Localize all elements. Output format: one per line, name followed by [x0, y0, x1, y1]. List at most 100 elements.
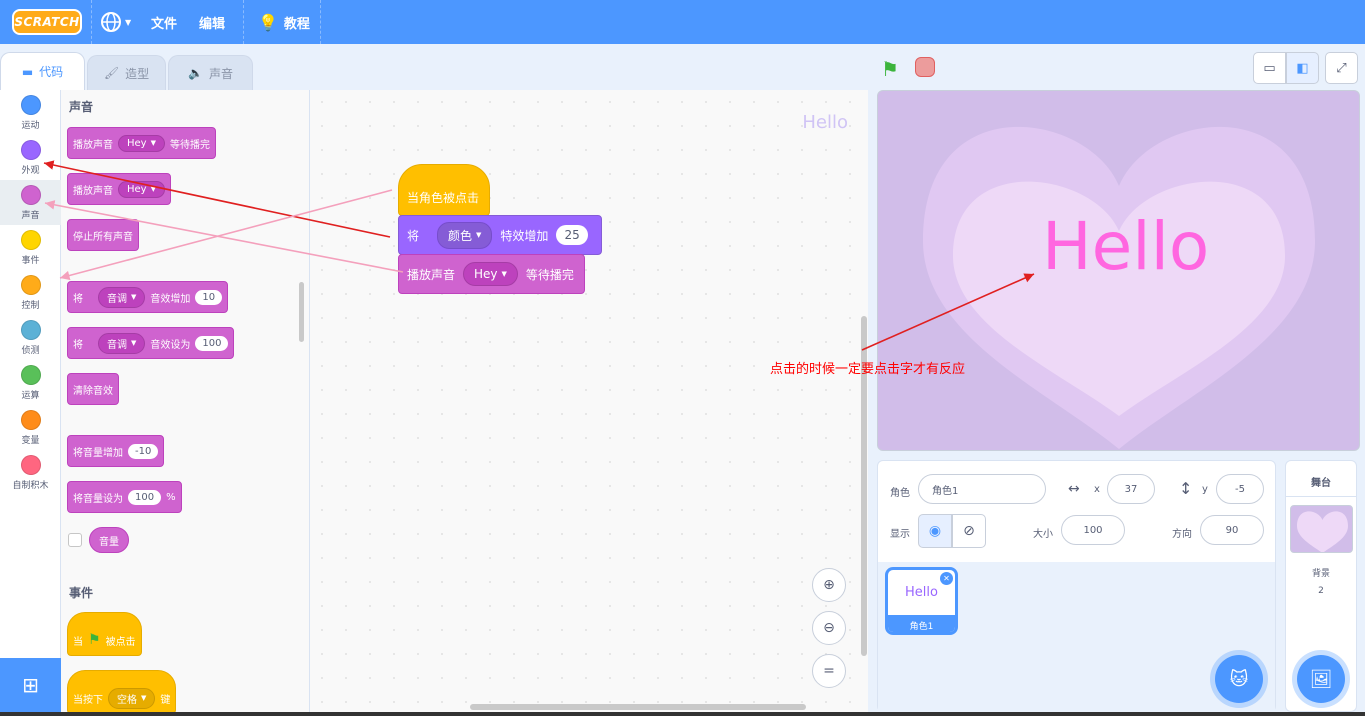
- number-input[interactable]: 25: [556, 225, 588, 245]
- zoom-out-button[interactable]: ⊖: [812, 611, 846, 645]
- size-input[interactable]: 100: [1061, 515, 1125, 545]
- sound-dropdown[interactable]: Hey ▼: [118, 134, 165, 152]
- block-text: 将: [73, 293, 83, 305]
- block-clear-sound-effects[interactable]: 清除音效: [67, 373, 119, 405]
- taskbar-edge: [0, 712, 1365, 716]
- block-when-key-pressed[interactable]: 当按下 空格 ▼ 键: [67, 670, 177, 712]
- sound-dropdown[interactable]: Hey ▼: [118, 180, 165, 198]
- category-operators[interactable]: 运算: [0, 360, 61, 405]
- tutorials-menu[interactable]: 💡 教程: [258, 0, 310, 44]
- sprite-tile-name: 角色1: [888, 615, 955, 632]
- tab-costumes[interactable]: 🖌 造型: [87, 55, 166, 90]
- category-sensing[interactable]: 侦测: [0, 315, 61, 360]
- dropdown-value: Hey: [474, 267, 498, 281]
- dropdown-value: Hey: [127, 137, 147, 149]
- divider: [1286, 496, 1356, 497]
- block-start-sound[interactable]: 播放声音 Hey ▼: [67, 173, 171, 205]
- zoom-in-button[interactable]: ⊕: [812, 568, 846, 602]
- stage-size-controls: ▭ ◧ ⤢: [1253, 52, 1358, 84]
- tab-code[interactable]: ▬ 代码: [0, 52, 85, 90]
- stage-thumbnail[interactable]: [1290, 505, 1353, 553]
- category-dot: [20, 185, 41, 205]
- number-input[interactable]: 100: [195, 335, 229, 351]
- palette-scrollbar[interactable]: [299, 282, 304, 342]
- category-dot: [20, 410, 41, 430]
- sprite-tile[interactable]: Hello 角色1 ✕: [885, 567, 958, 635]
- category-sound[interactable]: 声音: [0, 180, 61, 225]
- green-flag-button[interactable]: ⚑: [881, 57, 899, 81]
- sound-dropdown[interactable]: Hey ▼: [463, 262, 518, 286]
- hide-button[interactable]: ⊘: [952, 514, 986, 548]
- category-variables[interactable]: 变量: [0, 405, 61, 450]
- delete-sprite-icon[interactable]: ✕: [940, 572, 953, 585]
- tab-sounds[interactable]: 🔈 声音: [168, 55, 253, 90]
- large-stage-button[interactable]: ◧: [1286, 52, 1319, 84]
- x-input[interactable]: 37: [1107, 474, 1155, 504]
- number-input[interactable]: 100: [128, 489, 162, 505]
- y-input[interactable]: -5: [1216, 474, 1264, 504]
- category-events[interactable]: 事件: [0, 225, 61, 270]
- category-control[interactable]: 控制: [0, 270, 61, 315]
- block-text: 将: [407, 228, 420, 243]
- effect-dropdown[interactable]: 音调 ▼: [98, 286, 146, 308]
- block-when-flag-clicked[interactable]: 当 ⚑ 被点击: [67, 612, 142, 656]
- show-button[interactable]: ◉: [918, 514, 952, 548]
- block-set-sound-effect[interactable]: 将 音调 ▼ 音效设为 100: [67, 327, 235, 359]
- stage-pane-title: 舞台: [1311, 478, 1331, 489]
- effect-dropdown[interactable]: 音调 ▼: [98, 332, 146, 354]
- category-my-blocks[interactable]: 自制积木: [0, 450, 61, 495]
- volume-monitor-checkbox[interactable]: [68, 533, 82, 547]
- horizontal-arrows-icon: ↔: [1068, 481, 1080, 497]
- hello-sprite[interactable]: Hello: [1042, 208, 1209, 285]
- scratch-logo[interactable]: SCRATCH: [12, 9, 82, 35]
- brush-icon: 🖌: [103, 66, 120, 80]
- number-input[interactable]: -10: [128, 443, 159, 459]
- block-stop-all-sounds[interactable]: 停止所有声音: [67, 219, 139, 251]
- number-input[interactable]: 10: [195, 289, 223, 305]
- dropdown-value: Hey: [127, 183, 147, 195]
- block-text: 键: [160, 694, 171, 706]
- direction-input[interactable]: 90: [1200, 515, 1264, 545]
- edit-menu[interactable]: 编辑: [199, 0, 225, 44]
- category-dot: [20, 230, 41, 250]
- menu-bar: SCRATCH ▼ 文件 编辑 💡 教程: [0, 0, 1365, 44]
- sprite-name-watermark: Hello: [802, 112, 848, 133]
- block-change-volume[interactable]: 将音量增加 -10: [67, 435, 165, 467]
- category-motion[interactable]: 运动: [0, 90, 61, 135]
- file-menu[interactable]: 文件: [151, 0, 177, 44]
- category-label: 运算: [21, 391, 40, 401]
- block-text: 等待播完: [169, 139, 210, 151]
- cat-icon: 🐱: [1229, 668, 1249, 690]
- script-play-sound-until-done[interactable]: 播放声音 Hey ▼ 等待播完: [398, 254, 585, 294]
- small-stage-icon: ▭: [1263, 60, 1276, 76]
- block-text: 播放声音: [407, 267, 456, 282]
- caret-down-icon: ▼: [141, 694, 147, 702]
- horizontal-scrollbar[interactable]: [470, 704, 806, 710]
- effect-dropdown[interactable]: 颜色 ▼: [437, 221, 493, 249]
- tab-code-label: 代码: [39, 65, 64, 79]
- script-area[interactable]: Hello 当角色被点击 将 颜色 ▼ 特效增加 25 播放声音 Hey ▼ 等待播…: [310, 90, 868, 712]
- block-set-volume[interactable]: 将音量设为 100 %: [67, 481, 182, 513]
- backdrops-count: 2: [1318, 586, 1324, 596]
- script-change-effect[interactable]: 将 颜色 ▼ 特效增加 25: [398, 215, 602, 255]
- choose-sprite-button[interactable]: 🐱: [1215, 655, 1263, 703]
- key-dropdown[interactable]: 空格 ▼: [108, 687, 156, 709]
- palette-heading-events: 事件: [69, 586, 94, 600]
- add-extension-button[interactable]: ⊞: [0, 658, 61, 712]
- block-change-sound-effect[interactable]: 将 音调 ▼ 音效增加 10: [67, 281, 229, 313]
- fullscreen-button[interactable]: ⤢: [1325, 52, 1358, 84]
- small-stage-button[interactable]: ▭: [1253, 52, 1286, 84]
- block-text: 停止所有声音: [73, 231, 133, 243]
- choose-backdrop-button[interactable]: 🖼: [1297, 655, 1345, 703]
- volume-reporter[interactable]: 音量: [89, 527, 129, 553]
- block-text: 清除音效: [73, 385, 113, 397]
- zoom-reset-button[interactable]: =: [812, 654, 846, 688]
- sprite-name-input[interactable]: 角色1: [918, 474, 1046, 504]
- category-label: 控制: [21, 301, 40, 311]
- category-dot: [20, 140, 41, 160]
- script-when-sprite-clicked[interactable]: 当角色被点击: [398, 164, 490, 216]
- language-menu[interactable]: ▼: [100, 0, 131, 44]
- stop-button[interactable]: [915, 57, 935, 77]
- block-play-until-done[interactable]: 播放声音 Hey ▼ 等待播完: [67, 127, 216, 159]
- category-looks[interactable]: 外观: [0, 135, 61, 180]
